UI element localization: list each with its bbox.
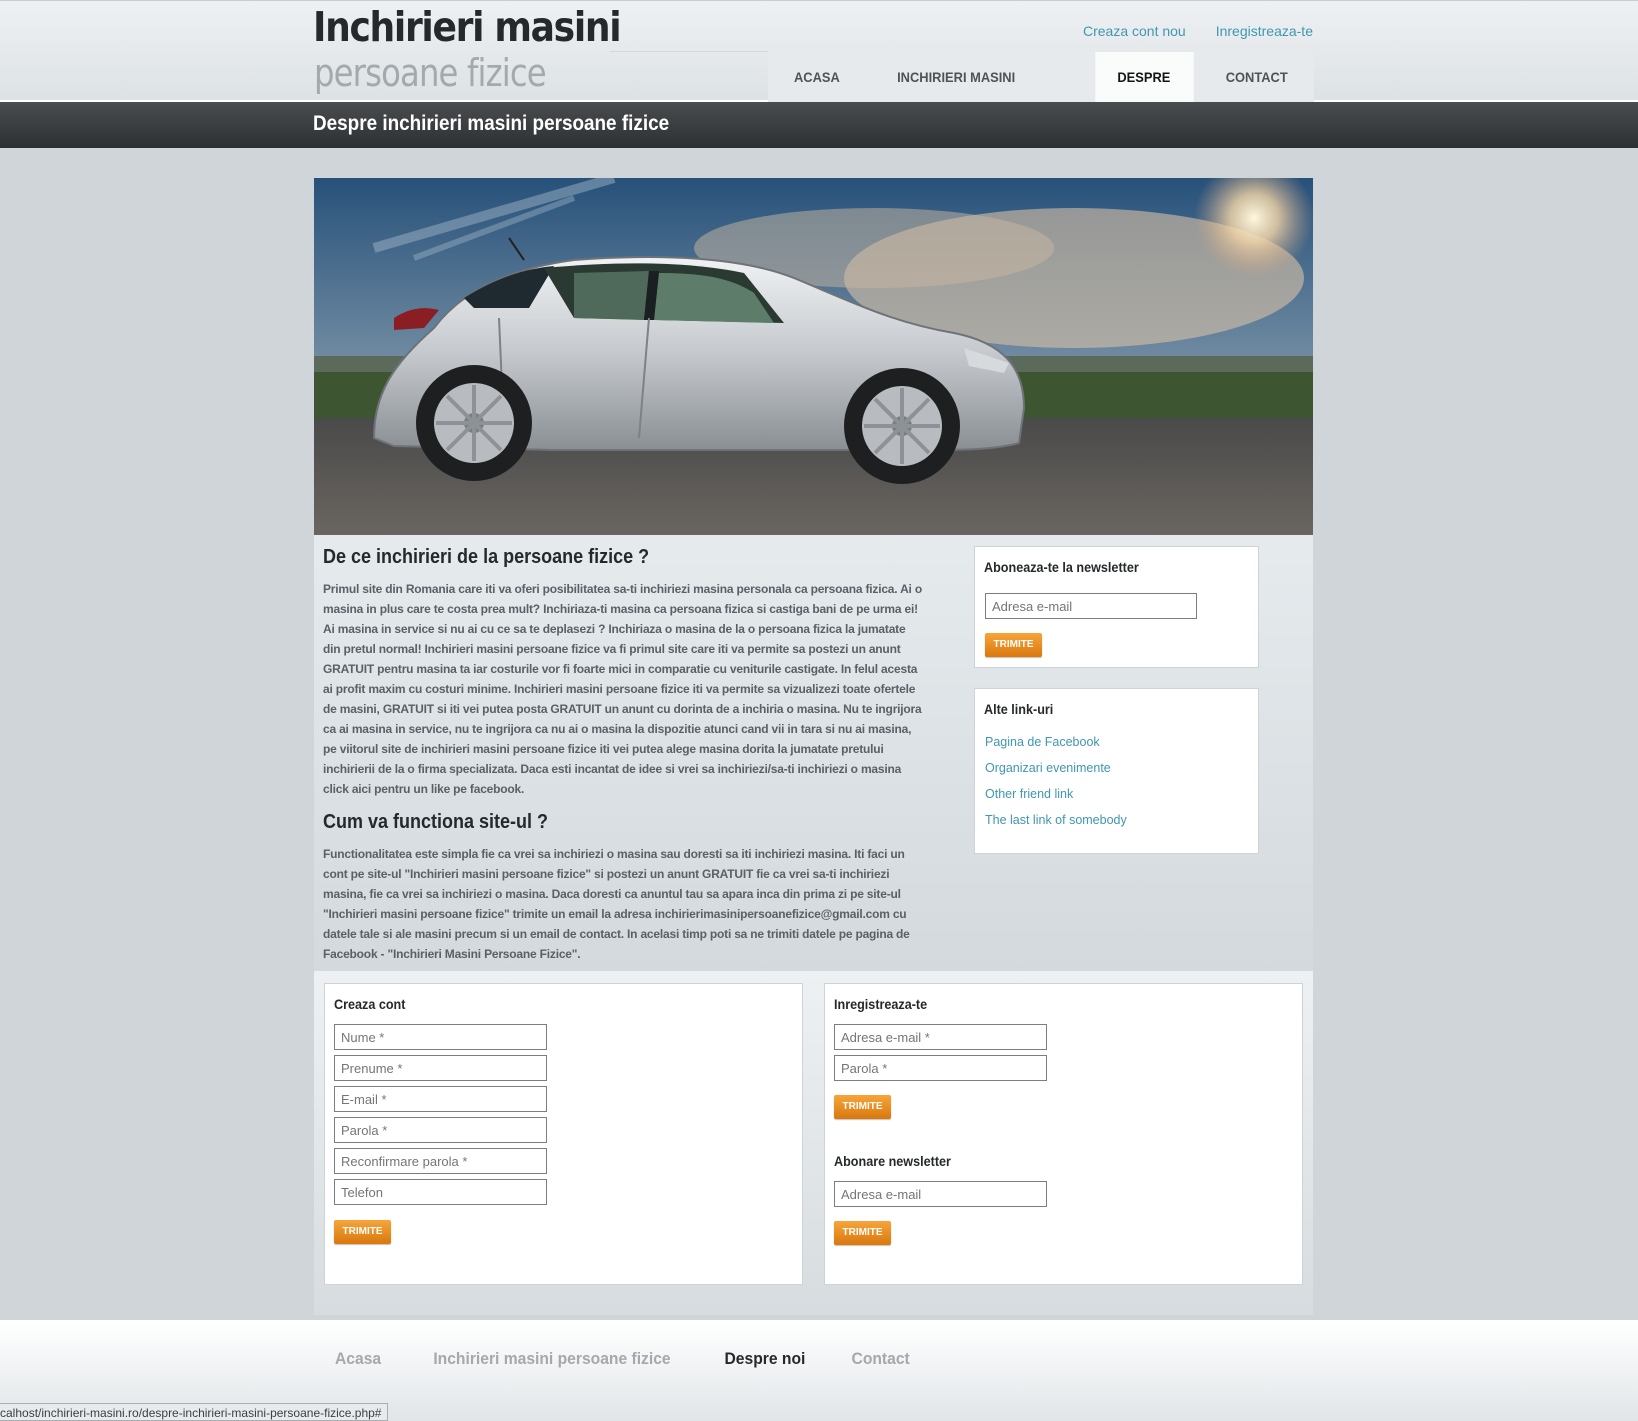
newsletter-form-title: Abonare newsletter: [834, 1153, 951, 1169]
password-input[interactable]: [334, 1117, 547, 1143]
last-name-input[interactable]: [334, 1055, 547, 1081]
register-email-input[interactable]: [834, 1024, 1047, 1050]
create-account-submit-button[interactable]: TRIMITE: [334, 1220, 391, 1244]
register-form: Inregistreaza-te TRIMITE Abonare newslet…: [824, 983, 1303, 1285]
nav-about[interactable]: DESPRE NOI: [1095, 52, 1195, 135]
register-link[interactable]: Inregistreaza-te: [1216, 23, 1313, 39]
newsletter-submit-button[interactable]: TRIMITE: [985, 633, 1042, 657]
article: De ce inchirieri de la persoane fizice ?…: [323, 546, 923, 964]
create-account-form: Creaza cont TRIMITE: [324, 983, 803, 1285]
nav-divider: [610, 51, 768, 52]
nav-home[interactable]: ACASA: [772, 52, 862, 102]
link-events[interactable]: Organizari evenimente: [985, 761, 1127, 775]
main-nav: ACASA INCHIRIERI MASINI PERSOANE FIZICE …: [768, 52, 1314, 135]
site-header: Inchirieri masini persoane fizice Creaza…: [0, 0, 1638, 135]
other-links-list: Pagina de Facebook Organizari evenimente…: [985, 735, 1127, 839]
register-submit-button[interactable]: TRIMITE: [834, 1095, 891, 1119]
nav-contact[interactable]: CONTACT: [1203, 52, 1309, 102]
create-account-title: Creaza cont: [334, 996, 406, 1012]
other-links-title: Alte link-uri: [984, 701, 1054, 717]
page-title: Despre inchirieri masini persoane fizice: [313, 112, 670, 135]
footer-newsletter-submit-button[interactable]: TRIMITE: [834, 1221, 891, 1245]
article-heading-why: De ce inchirieri de la persoane fizice ?: [323, 546, 650, 568]
first-name-input[interactable]: [334, 1024, 547, 1050]
phone-input[interactable]: [334, 1179, 547, 1205]
footer-nav: Acasa Inchirieri masini persoane fizice …: [333, 1349, 912, 1369]
forms-area: Creaza cont TRIMITE Inregistreaza-te TRI…: [314, 971, 1313, 1315]
email-input[interactable]: [334, 1086, 547, 1112]
main-content: De ce inchirieri de la persoane fizice ?…: [314, 178, 1313, 971]
other-links-box: Alte link-uri Pagina de Facebook Organiz…: [974, 688, 1259, 854]
footer-nav-about[interactable]: Despre noi: [725, 1349, 806, 1369]
register-title: Inregistreaza-te: [834, 996, 928, 1012]
article-heading-how: Cum va functiona site-ul ?: [323, 811, 549, 833]
nav-rentals[interactable]: INCHIRIERI MASINI PERSOANE FIZICE: [875, 52, 1083, 135]
footer-nav-rentals[interactable]: Inchirieri masini persoane fizice: [433, 1349, 670, 1369]
register-password-input[interactable]: [834, 1055, 1047, 1081]
newsletter-email-input[interactable]: [985, 593, 1197, 619]
logo-title[interactable]: Inchirieri masini: [313, 3, 622, 51]
footer-nav-home[interactable]: Acasa: [335, 1349, 381, 1369]
browser-status-bar: calhost/inchirieri-masini.ro/despre-inch…: [0, 1403, 389, 1421]
footer-nav-contact[interactable]: Contact: [851, 1349, 909, 1369]
newsletter-title: Aboneaza-te la newsletter: [984, 559, 1139, 575]
top-links: Creaza cont nou Inregistreaza-te: [1083, 23, 1313, 39]
logo-subtitle[interactable]: persoane fizice: [314, 51, 547, 95]
page-title-bar: Despre inchirieri masini persoane fizice: [0, 102, 1638, 148]
footer-newsletter-email-input[interactable]: [834, 1181, 1047, 1207]
link-last[interactable]: The last link of somebody: [985, 813, 1127, 827]
newsletter-box: Aboneaza-te la newsletter TRIMITE: [974, 546, 1259, 668]
article-paragraph-why: Primul site din Romania care iti va ofer…: [323, 582, 922, 796]
confirm-password-input[interactable]: [334, 1148, 547, 1174]
link-facebook[interactable]: Pagina de Facebook: [985, 735, 1127, 749]
create-account-link[interactable]: Creaza cont nou: [1083, 23, 1186, 39]
link-friend[interactable]: Other friend link: [985, 787, 1127, 801]
article-paragraph-how: Functionalitatea este simpla fie ca vrei…: [323, 847, 910, 961]
hero-car-image: [314, 178, 1313, 535]
